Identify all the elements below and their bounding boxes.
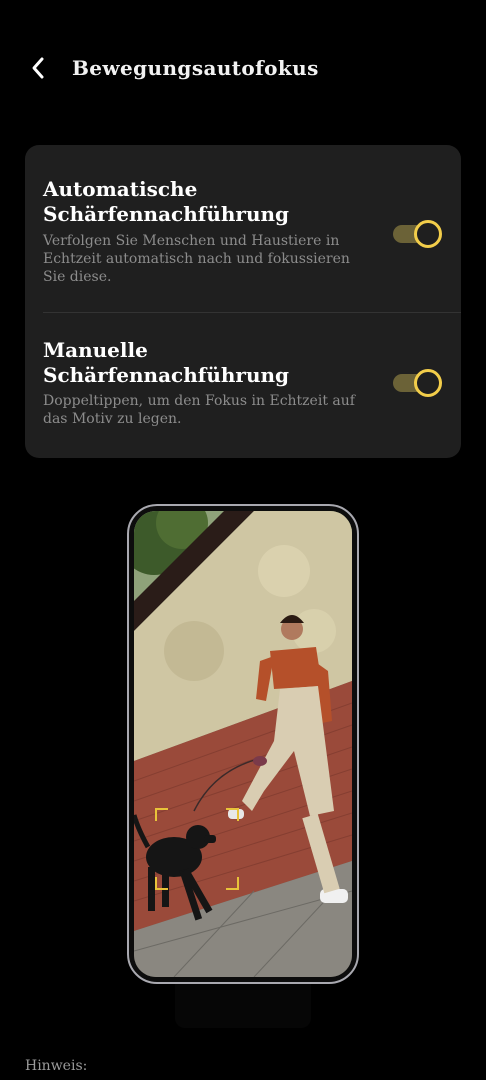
settings-card: Automatische Schärfennachführung Verfolg…	[25, 145, 461, 458]
note-label: Hinweis:	[25, 1058, 88, 1074]
phone-illustration	[127, 504, 359, 984]
toggle-thumb	[414, 220, 442, 248]
setting-description: Doppeltippen, um den Fokus in Echtzeit a…	[43, 393, 355, 427]
setting-row-manual-tracking[interactable]: Manuelle Schärfennachführung Doppeltippe…	[25, 312, 461, 458]
setting-title: Automatische Schärfennachführung	[43, 177, 290, 226]
toggle-thumb	[414, 369, 442, 397]
setting-row-automatic-tracking[interactable]: Automatische Schärfennachführung Verfolg…	[25, 145, 461, 312]
automatic-tracking-toggle[interactable]	[393, 218, 445, 250]
back-button[interactable]	[24, 50, 56, 86]
setting-description: Verfolgen Sie Menschen und Haustiere in …	[43, 233, 350, 285]
manual-tracking-toggle[interactable]	[393, 367, 445, 399]
header-bar: Bewegungsautofokus	[0, 40, 486, 96]
preview-photo	[134, 511, 352, 977]
chevron-left-icon	[32, 57, 44, 79]
page-title: Bewegungsautofokus	[72, 56, 319, 80]
phone-stand	[175, 984, 311, 1028]
setting-title: Manuelle Schärfennachführung	[43, 338, 290, 387]
photo-illustration	[134, 511, 352, 977]
